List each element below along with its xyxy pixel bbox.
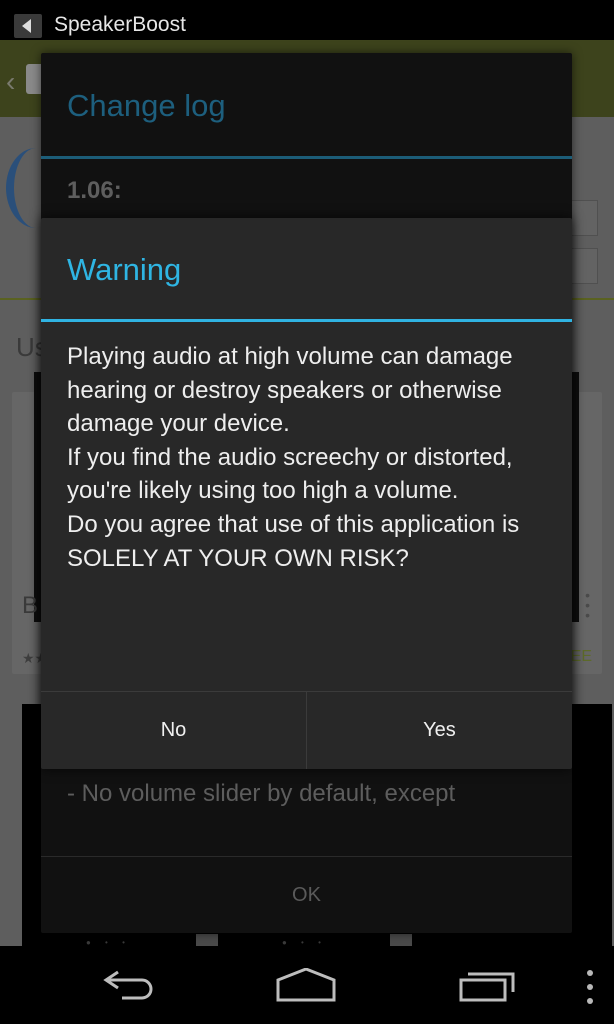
title-bar: SpeakerBoost	[0, 0, 614, 40]
warning-title: Warning	[67, 252, 182, 287]
pager-block	[390, 934, 412, 946]
back-button[interactable]	[88, 958, 168, 1012]
back-icon	[103, 970, 153, 1000]
navigation-bar	[0, 946, 614, 1024]
warning-dialog: Warning Playing audio at high volume can…	[41, 218, 572, 769]
background-button	[568, 248, 598, 284]
app-title: SpeakerBoost	[54, 13, 186, 36]
home-button[interactable]	[266, 958, 346, 1012]
card-price: EE	[570, 648, 592, 665]
recents-button[interactable]	[448, 958, 528, 1012]
background-button	[568, 200, 598, 236]
changelog-version: 1.06:	[67, 177, 122, 204]
warning-title-divider	[41, 319, 572, 322]
changelog-title-divider	[41, 156, 572, 159]
pager-dots: ● • •	[86, 938, 131, 946]
card-title: B	[22, 592, 39, 619]
recents-icon	[459, 972, 515, 1002]
changelog-line: - No volume slider by default, except	[67, 780, 456, 807]
app-back-icon[interactable]	[14, 14, 42, 38]
changelog-ok-button[interactable]: OK	[41, 857, 572, 933]
pager-block	[196, 934, 218, 946]
no-button[interactable]: No	[41, 692, 306, 769]
warning-button-bar: No Yes	[41, 691, 572, 769]
warning-message: Playing audio at high volume can damage …	[67, 343, 520, 572]
home-icon	[276, 968, 336, 1002]
card-overflow-icon: • • •	[585, 587, 590, 623]
changelog-title: Change log	[67, 88, 226, 123]
background-back-icon: ‹	[6, 66, 16, 97]
yes-button[interactable]: Yes	[307, 692, 572, 769]
overflow-menu-icon[interactable]	[586, 970, 594, 1004]
pager-dots: ● • •	[282, 938, 327, 946]
